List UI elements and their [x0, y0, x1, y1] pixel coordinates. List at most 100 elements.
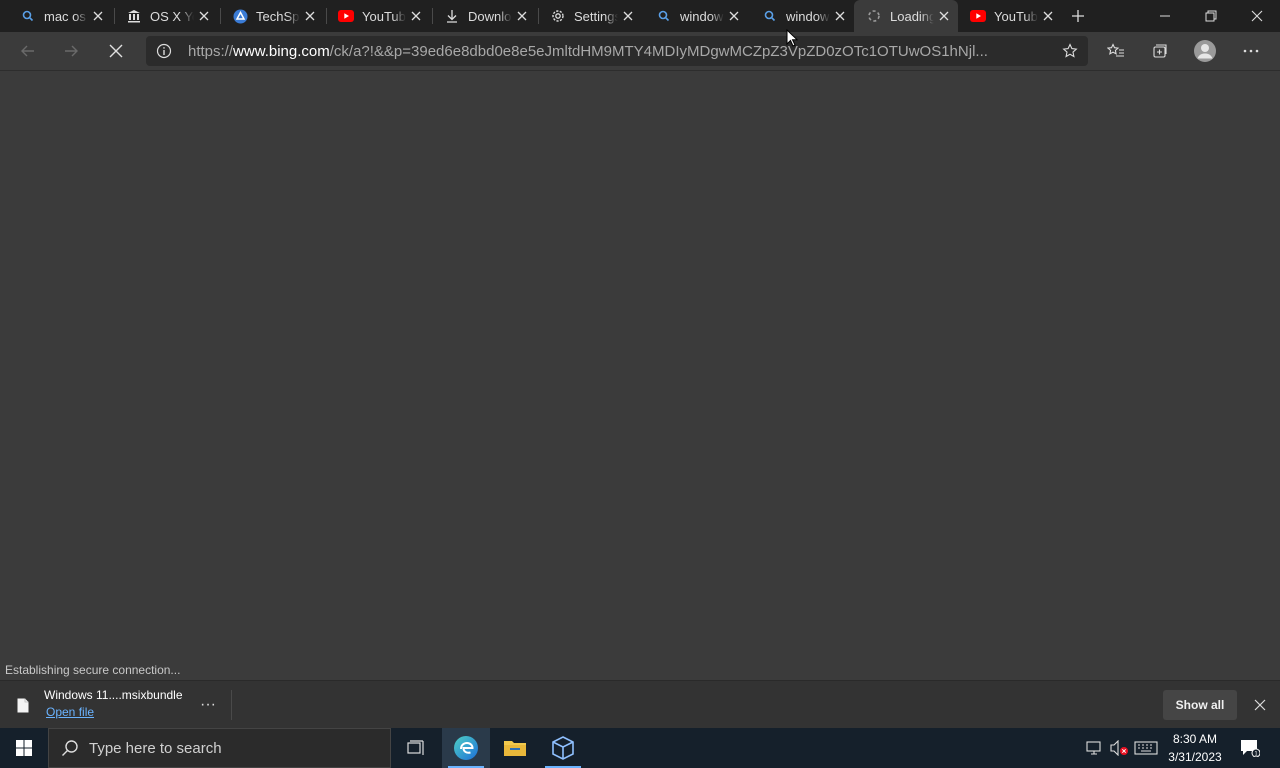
task-view-button[interactable]: [393, 728, 439, 768]
tab-youtube-1[interactable]: YouTube: [326, 0, 430, 32]
clock-date: 3/31/2023: [1168, 750, 1222, 764]
tab-title: OS X Yo: [150, 8, 194, 24]
site-info-icon[interactable]: [156, 43, 172, 59]
url-scheme: https://: [188, 43, 234, 60]
tab-youtube-2[interactable]: YouTube: [958, 0, 1062, 32]
taskbar-clock[interactable]: 8:30 AM 3/31/2023: [1160, 730, 1230, 766]
close-tab-icon[interactable]: [514, 8, 530, 24]
plus-icon: [1072, 10, 1084, 22]
tab-title: YouTube: [994, 8, 1038, 24]
tab-title: Settings: [574, 8, 618, 24]
search-icon: [656, 8, 672, 24]
taskbar-file-explorer[interactable]: [491, 728, 539, 768]
close-tab-icon[interactable]: [620, 8, 636, 24]
search-icon: [762, 8, 778, 24]
close-tab-icon[interactable]: [196, 8, 212, 24]
keyboard-icon: [1134, 741, 1158, 755]
close-tab-icon[interactable]: [936, 8, 952, 24]
tab-techspot[interactable]: TechSpot: [220, 0, 324, 32]
url-path: /ck/a?!&&p=39ed6e8dbd0e8e5eJmltdHM9MTY4M…: [329, 43, 988, 60]
taskbar-search-box[interactable]: Type here to search: [48, 728, 391, 768]
close-tab-icon[interactable]: [408, 8, 424, 24]
tab-title: Loading: [890, 8, 934, 24]
tab-strip: mac os OS X Yo TechSpot YouTube: [0, 0, 1280, 32]
download-more-button[interactable]: ···: [196, 693, 220, 717]
close-icon: [1251, 10, 1263, 22]
collections-button[interactable]: [1144, 35, 1176, 67]
profile-button[interactable]: [1189, 35, 1221, 67]
more-icon: [1243, 49, 1259, 53]
back-button[interactable]: [12, 35, 44, 67]
close-window-button[interactable]: [1234, 0, 1280, 32]
divider: [231, 690, 232, 720]
folder-icon: [504, 741, 526, 756]
taskbar-app[interactable]: [539, 728, 587, 768]
close-icon: [109, 44, 123, 58]
volume-muted-icon: [1110, 740, 1128, 756]
bank-icon: [126, 8, 142, 24]
box-app-icon: [552, 736, 574, 760]
page-content: [0, 70, 1280, 680]
search-placeholder: Type here to search: [89, 739, 222, 757]
minimize-icon: [1160, 15, 1170, 17]
edge-icon: [454, 736, 478, 760]
tab-title: YouTube: [362, 8, 406, 24]
tab-downloads[interactable]: Downloads: [432, 0, 536, 32]
clock-time: 8:30 AM: [1172, 732, 1218, 746]
show-all-button[interactable]: Show all: [1163, 690, 1237, 720]
notification-center-button[interactable]: 1: [1236, 728, 1264, 768]
keyboard-tray-icon[interactable]: [1132, 728, 1160, 768]
star-icon[interactable]: [1062, 43, 1078, 59]
tab-windows-2[interactable]: windows: [750, 0, 854, 32]
favorites-button[interactable]: [1100, 35, 1132, 67]
open-file-link[interactable]: Open file: [46, 705, 94, 719]
loading-spinner-icon: [866, 8, 882, 24]
address-bar[interactable]: https://www.bing.com/ck/a?!&&p=39ed6e8db…: [146, 36, 1088, 66]
close-tab-icon[interactable]: [90, 8, 106, 24]
techspot-icon: [232, 8, 248, 24]
notification-icon: 1: [1241, 740, 1260, 757]
youtube-icon: [970, 8, 986, 24]
search-icon: [20, 8, 36, 24]
close-icon: [1254, 699, 1266, 711]
windows-taskbar: Type here to search 8:30 AM 3/31/2023 1: [0, 728, 1280, 768]
download-file-name[interactable]: Windows 11....msixbundle: [44, 688, 183, 702]
search-icon: [62, 740, 78, 756]
youtube-icon: [338, 8, 354, 24]
download-shelf: Windows 11....msixbundle Open file ··· S…: [0, 680, 1280, 728]
restore-icon: [1205, 10, 1217, 22]
tab-settings[interactable]: Settings: [538, 0, 642, 32]
start-button[interactable]: [0, 728, 48, 768]
close-tab-icon[interactable]: [302, 8, 318, 24]
forward-arrow-icon: [65, 45, 78, 57]
tab-loading-active[interactable]: Loading: [854, 0, 958, 32]
taskbar-edge[interactable]: [442, 728, 490, 768]
close-tab-icon[interactable]: [726, 8, 742, 24]
close-download-shelf-button[interactable]: [1251, 696, 1269, 714]
network-icon: [1086, 741, 1101, 755]
tab-title: TechSpot: [256, 8, 300, 24]
tab-windows-1[interactable]: windows: [644, 0, 748, 32]
volume-tray-icon[interactable]: [1108, 728, 1130, 768]
back-arrow-icon: [21, 45, 34, 57]
stop-loading-button[interactable]: [100, 35, 132, 67]
network-tray-icon[interactable]: [1084, 728, 1106, 768]
tab-title: mac os: [44, 8, 86, 24]
tab-os-x[interactable]: OS X Yo: [114, 0, 218, 32]
tab-title: Downloads: [468, 8, 512, 24]
mouse-cursor-icon: [786, 29, 798, 47]
download-icon: [444, 8, 460, 24]
close-tab-icon[interactable]: [832, 8, 848, 24]
browser-window: mac os OS X Yo TechSpot YouTube: [0, 0, 1280, 768]
close-tab-icon[interactable]: [1040, 8, 1056, 24]
new-tab-button[interactable]: [1066, 4, 1090, 28]
tab-mac-os[interactable]: mac os: [8, 0, 112, 32]
status-bar-text: Establishing secure connection...: [0, 661, 186, 679]
minimize-button[interactable]: [1142, 0, 1188, 32]
file-icon: [17, 698, 29, 713]
restore-button[interactable]: [1188, 0, 1234, 32]
url-text[interactable]: https://www.bing.com/ck/a?!&&p=39ed6e8db…: [188, 43, 1040, 60]
url-host: www.bing.com: [233, 43, 330, 60]
forward-button[interactable]: [55, 35, 87, 67]
settings-more-button[interactable]: [1235, 35, 1267, 67]
